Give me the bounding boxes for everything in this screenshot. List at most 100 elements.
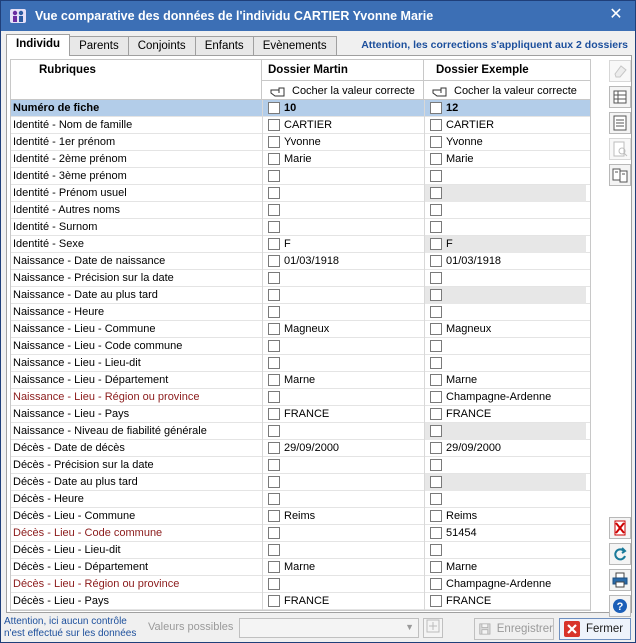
- table-row[interactable]: Naissance - Précision sur la date: [11, 270, 590, 287]
- select-value-checkbox[interactable]: [268, 323, 280, 335]
- select-value-checkbox[interactable]: [268, 357, 280, 369]
- close-window-icon[interactable]: ✕: [607, 6, 625, 24]
- select-value-checkbox[interactable]: [268, 170, 280, 182]
- select-value-checkbox[interactable]: [268, 272, 280, 284]
- select-value-checkbox[interactable]: [430, 187, 442, 199]
- table-row[interactable]: Identité - Sexe F F: [11, 236, 590, 253]
- select-value-checkbox[interactable]: [430, 323, 442, 335]
- table-row[interactable]: Naissance - Lieu - Commune Magneux Magneux: [11, 321, 590, 338]
- select-value-checkbox[interactable]: [268, 459, 280, 471]
- select-value-checkbox[interactable]: [268, 136, 280, 148]
- select-value-checkbox[interactable]: [268, 510, 280, 522]
- select-value-checkbox[interactable]: [430, 544, 442, 556]
- select-value-checkbox[interactable]: [430, 153, 442, 165]
- select-value-checkbox[interactable]: [268, 578, 280, 590]
- select-value-checkbox[interactable]: [268, 374, 280, 386]
- table-row[interactable]: Identité - Surnom: [11, 219, 590, 236]
- select-value-checkbox[interactable]: [430, 595, 442, 607]
- table-row[interactable]: Naissance - Heure: [11, 304, 590, 321]
- select-value-checkbox[interactable]: [268, 119, 280, 131]
- select-value-checkbox[interactable]: [430, 340, 442, 352]
- select-value-checkbox[interactable]: [268, 289, 280, 301]
- select-value-checkbox[interactable]: [268, 255, 280, 267]
- select-value-checkbox[interactable]: [268, 408, 280, 420]
- select-value-checkbox[interactable]: [430, 510, 442, 522]
- select-value-checkbox[interactable]: [268, 204, 280, 216]
- tab-individu[interactable]: Individu: [6, 34, 71, 56]
- select-value-checkbox[interactable]: [268, 544, 280, 556]
- select-value-checkbox[interactable]: [430, 357, 442, 369]
- tab-evenements[interactable]: Evènements: [252, 36, 337, 56]
- select-value-checkbox[interactable]: [430, 255, 442, 267]
- table-row[interactable]: Naissance - Date au plus tard: [11, 287, 590, 304]
- select-value-checkbox[interactable]: [268, 425, 280, 437]
- table-row[interactable]: Naissance - Lieu - Région ou province Cha…: [11, 389, 590, 406]
- tab-parents[interactable]: Parents: [69, 36, 129, 56]
- preview-button[interactable]: [609, 138, 631, 160]
- select-value-checkbox[interactable]: [268, 595, 280, 607]
- select-value-checkbox[interactable]: [430, 306, 442, 318]
- select-value-checkbox[interactable]: [430, 204, 442, 216]
- select-value-checkbox[interactable]: [268, 442, 280, 454]
- select-value-checkbox[interactable]: [430, 221, 442, 233]
- table-row[interactable]: Identité - Autres noms: [11, 202, 590, 219]
- select-value-checkbox[interactable]: [430, 493, 442, 505]
- select-value-checkbox[interactable]: [268, 238, 280, 250]
- select-value-checkbox[interactable]: [430, 476, 442, 488]
- tab-conjoints[interactable]: Conjoints: [127, 36, 196, 56]
- table-row[interactable]: Décès - Précision sur la date: [11, 457, 590, 474]
- select-value-checkbox[interactable]: [430, 170, 442, 182]
- table-row[interactable]: Décès - Lieu - Région ou province Champag…: [11, 576, 590, 593]
- select-value-checkbox[interactable]: [268, 561, 280, 573]
- table-row[interactable]: Numéro de fiche 10 12: [11, 100, 590, 117]
- select-value-checkbox[interactable]: [430, 391, 442, 403]
- select-value-checkbox[interactable]: [430, 459, 442, 471]
- select-value-checkbox[interactable]: [268, 493, 280, 505]
- select-value-checkbox[interactable]: [268, 221, 280, 233]
- table-row[interactable]: Identité - 2ème prénom Marie Marie: [11, 151, 590, 168]
- refresh-button[interactable]: [609, 543, 631, 565]
- select-value-checkbox[interactable]: [430, 102, 442, 114]
- table-row[interactable]: Identité - Nom de famille CARTIER CARTIER: [11, 117, 590, 134]
- select-value-checkbox[interactable]: [268, 391, 280, 403]
- select-value-checkbox[interactable]: [430, 238, 442, 250]
- save-button[interactable]: Enregistrer: [474, 618, 554, 640]
- table-row[interactable]: Décès - Lieu - Pays FRANCE FRANCE: [11, 593, 590, 610]
- table-row[interactable]: Naissance - Date de naissance 01/03/1918 0…: [11, 253, 590, 270]
- select-value-checkbox[interactable]: [430, 425, 442, 437]
- check-all-b-button[interactable]: Cocher la valeur correcte: [424, 80, 590, 100]
- table-row[interactable]: Décès - Lieu - Département Marne Marne: [11, 559, 590, 576]
- table-row[interactable]: Décès - Heure: [11, 491, 590, 508]
- apply-value-button[interactable]: [423, 618, 443, 638]
- select-value-checkbox[interactable]: [268, 340, 280, 352]
- table-row[interactable]: Naissance - Lieu - Département Marne Marne: [11, 372, 590, 389]
- table-row[interactable]: Décès - Lieu - Code commune 51454: [11, 525, 590, 542]
- table-row[interactable]: Décès - Lieu - Commune Reims Reims: [11, 508, 590, 525]
- list-view-button[interactable]: [609, 112, 631, 134]
- select-value-checkbox[interactable]: [430, 374, 442, 386]
- values-select[interactable]: ▼: [239, 618, 419, 638]
- table-row[interactable]: Décès - Date au plus tard: [11, 474, 590, 491]
- table-row[interactable]: Identité - 1er prénom Yvonne Yvonne: [11, 134, 590, 151]
- select-value-checkbox[interactable]: [430, 136, 442, 148]
- table-row[interactable]: Naissance - Niveau de fiabilité générale: [11, 423, 590, 440]
- select-value-checkbox[interactable]: [430, 119, 442, 131]
- close-button[interactable]: Fermer: [559, 618, 631, 640]
- table-row[interactable]: Identité - 3ème prénom: [11, 168, 590, 185]
- select-value-checkbox[interactable]: [268, 153, 280, 165]
- select-value-checkbox[interactable]: [430, 442, 442, 454]
- select-value-checkbox[interactable]: [430, 578, 442, 590]
- table-row[interactable]: Naissance - Lieu - Lieu-dit: [11, 355, 590, 372]
- table-row[interactable]: Identité - Prénom usuel: [11, 185, 590, 202]
- select-value-checkbox[interactable]: [430, 561, 442, 573]
- check-all-a-button[interactable]: Cocher la valeur correcte: [262, 80, 423, 100]
- select-value-checkbox[interactable]: [268, 102, 280, 114]
- print-button[interactable]: [609, 569, 631, 591]
- select-value-checkbox[interactable]: [268, 306, 280, 318]
- select-value-checkbox[interactable]: [430, 272, 442, 284]
- delete-button[interactable]: [609, 517, 631, 539]
- compare-button[interactable]: [609, 164, 631, 186]
- table-view-button[interactable]: [609, 86, 631, 108]
- tab-enfants[interactable]: Enfants: [194, 36, 254, 56]
- select-value-checkbox[interactable]: [268, 187, 280, 199]
